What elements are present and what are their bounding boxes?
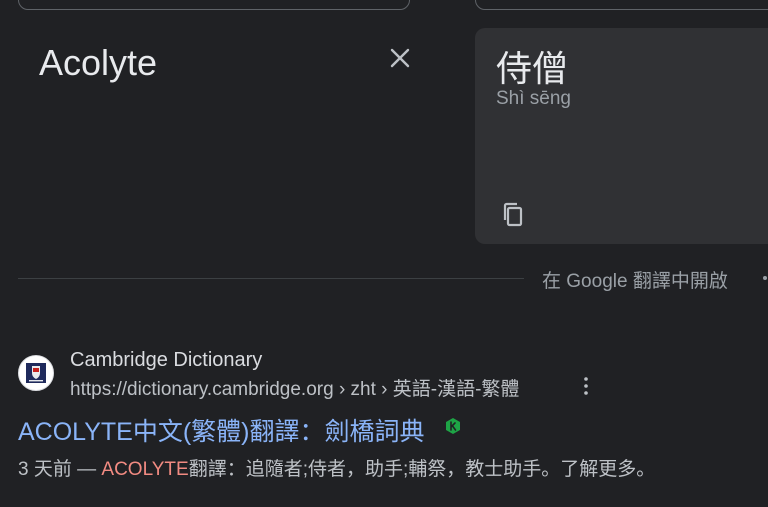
open-in-translate-link[interactable]: 在 Google 翻譯中開啟 — [542, 266, 728, 293]
result-title-link[interactable]: ACOLYTE中文(繁體)翻譯：劍橋詞典 — [18, 412, 425, 448]
translation-text: 侍僧 — [496, 48, 569, 89]
copy-icon — [503, 202, 523, 227]
site-url[interactable]: https://dictionary.cambridge.org › zht ›… — [70, 374, 519, 401]
copy-button[interactable] — [497, 198, 529, 230]
source-panel-top-edge — [18, 0, 410, 10]
more-dot — [763, 276, 767, 280]
target-panel-top-edge — [475, 0, 768, 10]
divider — [18, 278, 524, 279]
k-badge-icon — [446, 418, 460, 434]
cambridge-logo-icon — [26, 363, 46, 383]
translation-panel: 侍僧 Shì sēng — [475, 28, 768, 244]
snippet-text: 翻譯：追隨者;侍者，助手;輔祭，教士助手。了解更多。 — [188, 459, 656, 480]
transliteration-text: Shì sēng — [496, 88, 571, 109]
result-snippet: 3 天前 — ACOLYTE翻譯：追隨者;侍者，助手;輔祭，教士助手。了解更多。 — [18, 454, 655, 481]
snippet-highlight: ACOLYTE — [101, 459, 189, 480]
clear-button[interactable] — [384, 42, 416, 74]
snippet-date: 3 天前 — — [18, 459, 102, 480]
k-badge — [444, 417, 462, 435]
site-favicon[interactable] — [18, 355, 54, 391]
more-vert-icon — [584, 377, 588, 395]
site-name[interactable]: Cambridge Dictionary — [70, 349, 262, 372]
close-icon — [390, 48, 410, 68]
source-text[interactable]: Acolyte — [39, 42, 157, 84]
more-options-button[interactable] — [578, 375, 594, 397]
